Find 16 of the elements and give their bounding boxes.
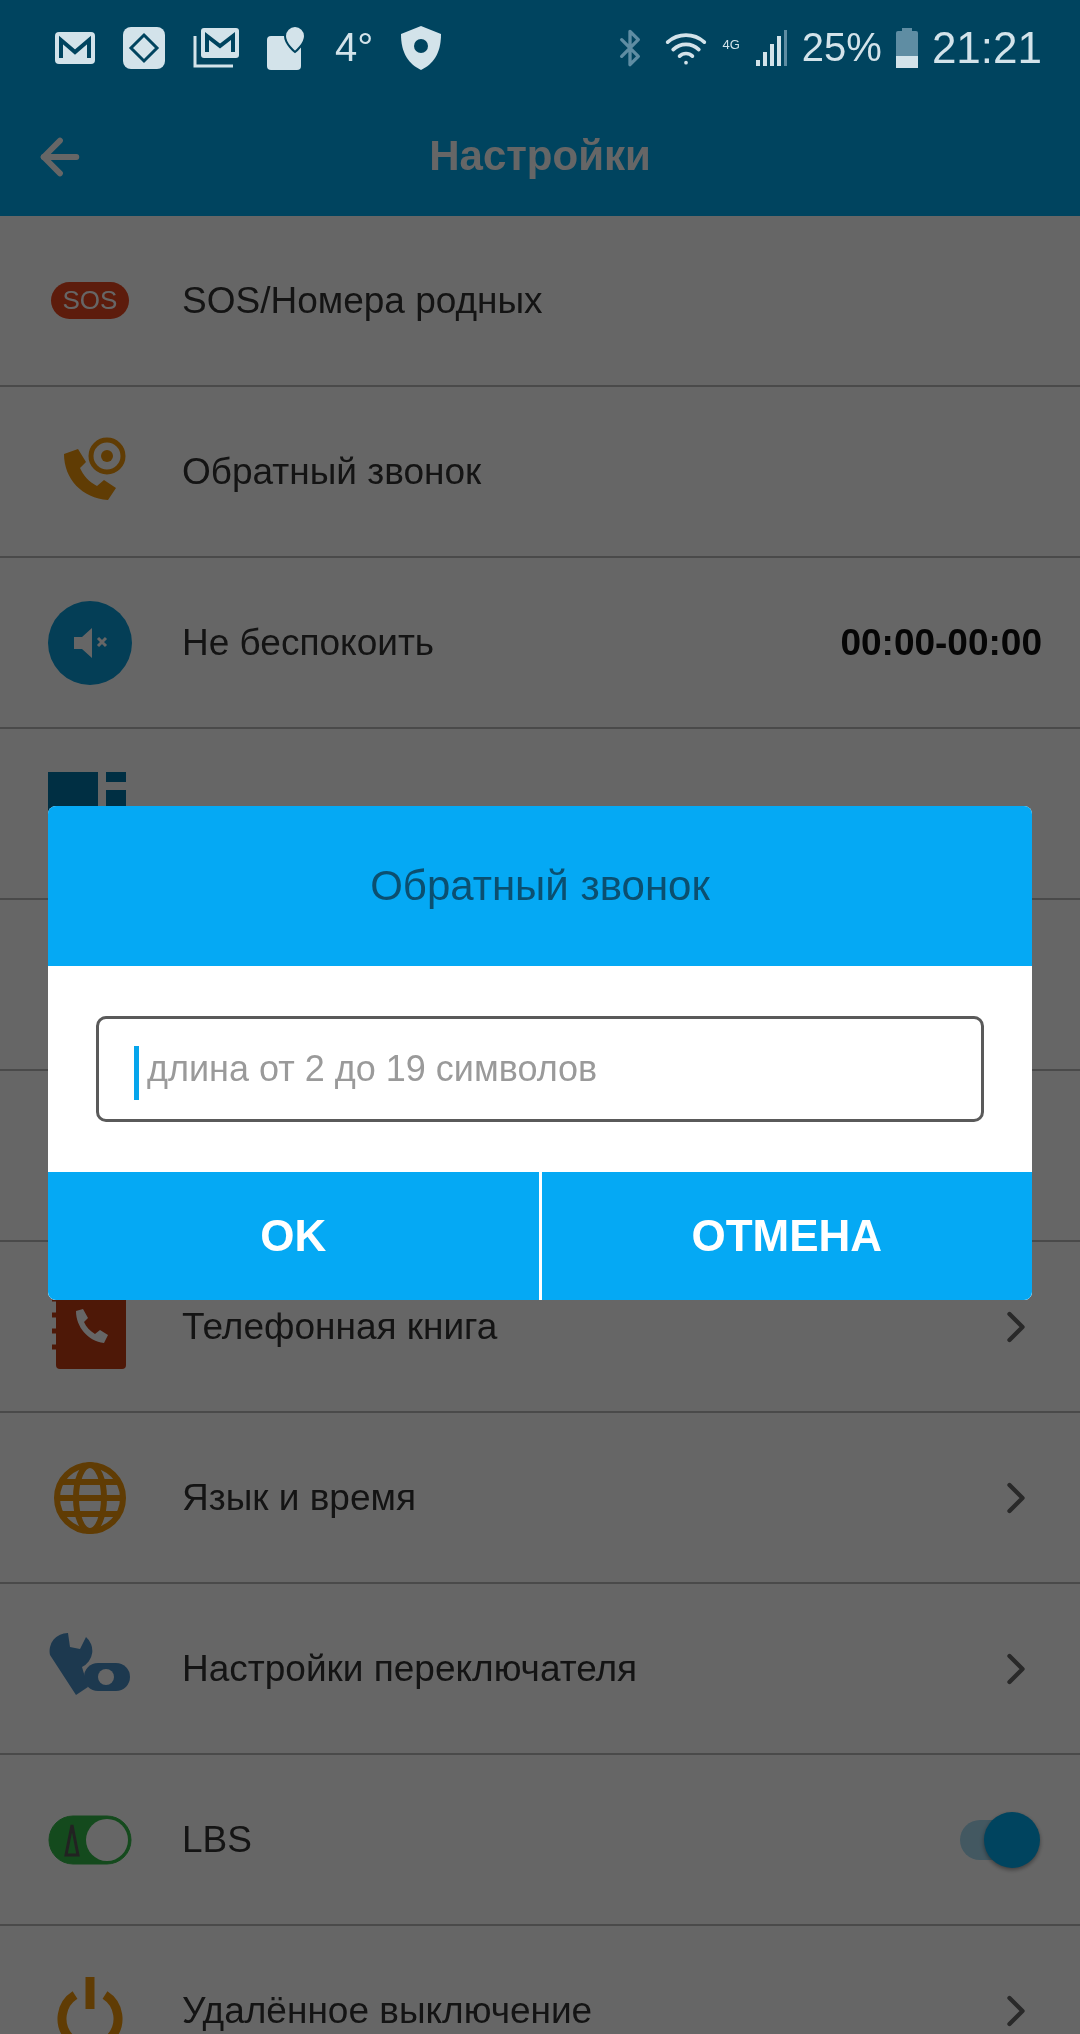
- row-label: Обратный звонок: [182, 450, 483, 493]
- network-text: 4G: [722, 36, 740, 52]
- page-title: Настройки: [429, 131, 651, 180]
- row-label: Телефонная книга: [182, 1305, 499, 1348]
- row-label: Настройки переключателя: [182, 1647, 639, 1690]
- row-label: Не беспокоить: [182, 621, 436, 664]
- row-label: Удалённое выключение: [182, 1989, 594, 2032]
- row-label: Язык и время: [182, 1476, 417, 1519]
- row-label: LBS: [182, 1818, 253, 1861]
- dialog-title: Обратный звонок: [370, 862, 710, 910]
- row-value: 00:00-00:00: [840, 621, 1042, 664]
- row-label: SOS/Номера родных: [182, 279, 544, 322]
- clock-text: 21:21: [931, 22, 1042, 73]
- sos-badge: SOS: [50, 282, 130, 319]
- battery-percent: 25%: [801, 25, 882, 70]
- temperature-text: 4°: [335, 25, 374, 70]
